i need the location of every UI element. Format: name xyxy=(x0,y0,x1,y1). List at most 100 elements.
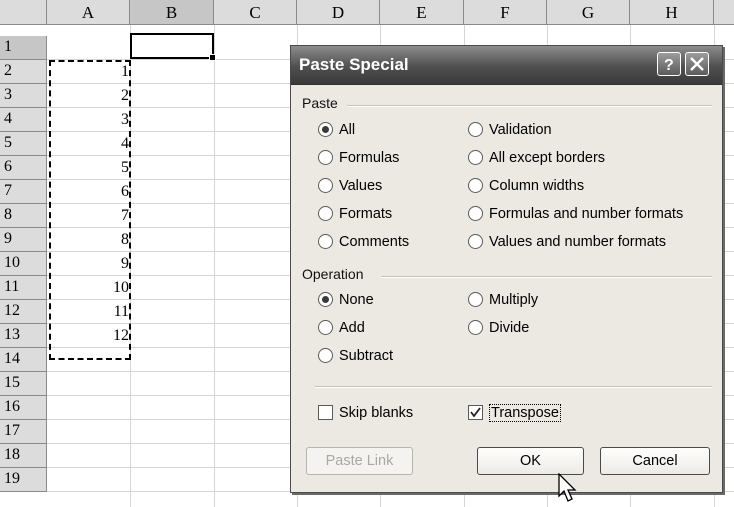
radio-indicator xyxy=(468,177,483,193)
row-header-13[interactable]: 13 xyxy=(0,324,47,348)
option-label: Transpose xyxy=(489,404,561,422)
column-header-bar: A B C D E F G H xyxy=(0,0,734,26)
radio-operation-subtract[interactable]: Subtract xyxy=(318,346,393,366)
checkmark-icon xyxy=(470,407,481,418)
active-cell-b1[interactable] xyxy=(130,33,216,61)
radio-indicator xyxy=(318,205,333,221)
copy-marquee xyxy=(49,60,131,360)
gridline xyxy=(214,25,215,507)
radio-operation-add[interactable]: Add xyxy=(318,318,365,338)
radio-paste-comments[interactable]: Comments xyxy=(318,232,409,252)
option-label: Values and number formats xyxy=(489,234,667,250)
option-label: Multiply xyxy=(489,292,539,308)
row-header-2[interactable]: 2 xyxy=(0,60,47,84)
row-header-11[interactable]: 11 xyxy=(0,276,47,300)
close-button[interactable] xyxy=(685,52,709,76)
radio-paste-validation[interactable]: Validation xyxy=(468,120,552,140)
row-header-1[interactable]: 1 xyxy=(0,36,47,60)
question-icon: ? xyxy=(664,57,674,73)
row-header-5[interactable]: 5 xyxy=(0,132,47,156)
ok-button[interactable]: OK xyxy=(477,447,584,475)
group-divider xyxy=(347,105,712,107)
checkbox-skip-blanks[interactable]: Skip blanks xyxy=(318,403,413,423)
radio-indicator xyxy=(318,347,333,363)
dialog-title: Paste Special xyxy=(299,55,409,74)
radio-indicator xyxy=(468,149,483,165)
radio-paste-values[interactable]: Values xyxy=(318,176,382,196)
radio-indicator xyxy=(468,233,483,249)
row-header-7[interactable]: 7 xyxy=(0,180,47,204)
dialog-titlebar[interactable]: Paste Special ? xyxy=(291,46,722,85)
option-label: Subtract xyxy=(339,348,393,364)
radio-operation-none[interactable]: None xyxy=(318,290,374,310)
column-header-b[interactable]: B xyxy=(130,0,214,25)
close-icon xyxy=(690,57,704,71)
radio-indicator xyxy=(318,177,333,193)
column-header-g[interactable]: G xyxy=(547,0,630,25)
option-label: Column widths xyxy=(489,178,585,194)
radio-operation-divide[interactable]: Divide xyxy=(468,318,529,338)
column-header-a[interactable]: A xyxy=(47,0,130,25)
fill-handle[interactable] xyxy=(209,54,216,61)
radio-indicator xyxy=(468,291,483,307)
option-label: All xyxy=(339,122,356,138)
row-header-10[interactable]: 10 xyxy=(0,252,47,276)
row-header-15[interactable]: 15 xyxy=(0,372,47,396)
paste-group-label: Paste xyxy=(302,95,338,111)
row-header-16[interactable]: 16 xyxy=(0,396,47,420)
svg-text:?: ? xyxy=(664,57,674,73)
option-label: Skip blanks xyxy=(339,405,414,421)
column-header-f[interactable]: F xyxy=(464,0,547,25)
checkbox-indicator xyxy=(468,404,483,420)
option-label: Divide xyxy=(489,320,530,336)
row-header-12[interactable]: 12 xyxy=(0,300,47,324)
row-header-17[interactable]: 17 xyxy=(0,420,47,444)
radio-indicator xyxy=(468,121,483,137)
paste-special-dialog: Paste Special ? Paste All Formulas Value… xyxy=(290,45,723,493)
radio-paste-values-number-formats[interactable]: Values and number formats xyxy=(468,232,666,252)
radio-paste-all[interactable]: All xyxy=(318,120,355,140)
radio-paste-column-widths[interactable]: Column widths xyxy=(468,176,584,196)
option-label: Comments xyxy=(339,234,410,250)
row-header-6[interactable]: 6 xyxy=(0,156,47,180)
radio-paste-formulas-number-formats[interactable]: Formulas and number formats xyxy=(468,204,683,224)
checkbox-transpose[interactable]: Transpose xyxy=(468,403,561,423)
column-header-i[interactable] xyxy=(714,0,734,25)
cancel-button[interactable]: Cancel xyxy=(600,447,710,475)
checkbox-indicator xyxy=(318,404,333,420)
option-label: Formats xyxy=(339,206,393,222)
radio-indicator xyxy=(468,319,483,335)
row-header-4[interactable]: 4 xyxy=(0,108,47,132)
column-header-c[interactable]: C xyxy=(214,0,297,25)
radio-paste-all-except-borders[interactable]: All except borders xyxy=(468,148,605,168)
option-label: Formulas xyxy=(339,150,400,166)
option-label: Values xyxy=(339,178,383,194)
radio-indicator xyxy=(318,121,333,137)
radio-operation-multiply[interactable]: Multiply xyxy=(468,290,538,310)
row-header-19[interactable]: 19 xyxy=(0,468,47,492)
radio-indicator xyxy=(318,319,333,335)
option-label: None xyxy=(339,292,374,308)
row-header-3[interactable]: 3 xyxy=(0,84,47,108)
option-label: All except borders xyxy=(489,150,606,166)
option-label: Add xyxy=(339,320,365,336)
operation-group-label: Operation xyxy=(302,266,364,282)
paste-link-button[interactable]: Paste Link xyxy=(306,447,413,475)
option-label: Validation xyxy=(489,122,552,138)
row-header-14[interactable]: 14 xyxy=(0,348,47,372)
radio-indicator xyxy=(318,233,333,249)
row-header-8[interactable]: 8 xyxy=(0,204,47,228)
row-header-18[interactable]: 18 xyxy=(0,444,47,468)
radio-indicator xyxy=(468,205,483,221)
column-header-e[interactable]: E xyxy=(380,0,464,25)
help-button[interactable]: ? xyxy=(657,52,681,76)
mouse-pointer-icon xyxy=(558,473,577,502)
column-header-d[interactable]: D xyxy=(297,0,380,25)
row-header-9[interactable]: 9 xyxy=(0,228,47,252)
radio-indicator xyxy=(318,291,333,307)
radio-indicator xyxy=(318,149,333,165)
option-label: Formulas and number formats xyxy=(489,206,684,222)
column-header-h[interactable]: H xyxy=(630,0,714,25)
radio-paste-formats[interactable]: Formats xyxy=(318,204,392,224)
radio-paste-formulas[interactable]: Formulas xyxy=(318,148,399,168)
